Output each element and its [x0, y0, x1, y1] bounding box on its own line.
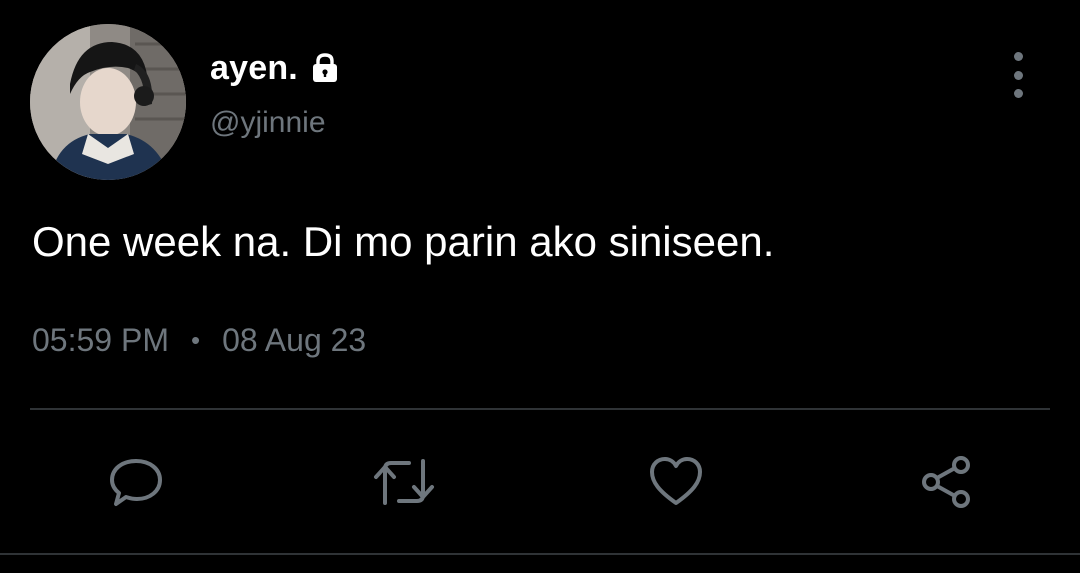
tweet-meta: 05:59 PM • 08 Aug 23: [32, 322, 366, 359]
more-dot: [1013, 89, 1023, 98]
meta-separator: •: [190, 325, 201, 355]
retweet-icon: [374, 459, 434, 505]
reply-icon: [110, 459, 162, 506]
share-button[interactable]: [914, 450, 978, 514]
avatar[interactable]: [30, 24, 186, 180]
avatar-image: [30, 24, 186, 180]
retweet-button[interactable]: [372, 450, 436, 514]
divider: [0, 553, 1080, 555]
user-handle[interactable]: @yjinnie: [210, 106, 326, 140]
heart-icon: [650, 457, 702, 505]
tweet-screen: ayen. @yjinnie One week na. Di mo parin …: [0, 0, 1080, 573]
tweet-text: One week na. Di mo parin ako siniseen.: [32, 218, 775, 265]
share-icon: [922, 456, 970, 508]
like-button[interactable]: [644, 450, 708, 514]
more-vertical-icon[interactable]: [1000, 52, 1036, 98]
tweet-date: 08 Aug 23: [222, 322, 367, 358]
more-dot: [1013, 52, 1023, 61]
lock-icon: [308, 51, 342, 85]
tweet-time: 05:59 PM: [32, 322, 169, 358]
display-name[interactable]: ayen.: [210, 49, 298, 88]
user-name-row: ayen.: [210, 48, 342, 88]
divider: [30, 408, 1050, 410]
reply-button[interactable]: [104, 450, 168, 514]
more-dot: [1013, 70, 1023, 80]
